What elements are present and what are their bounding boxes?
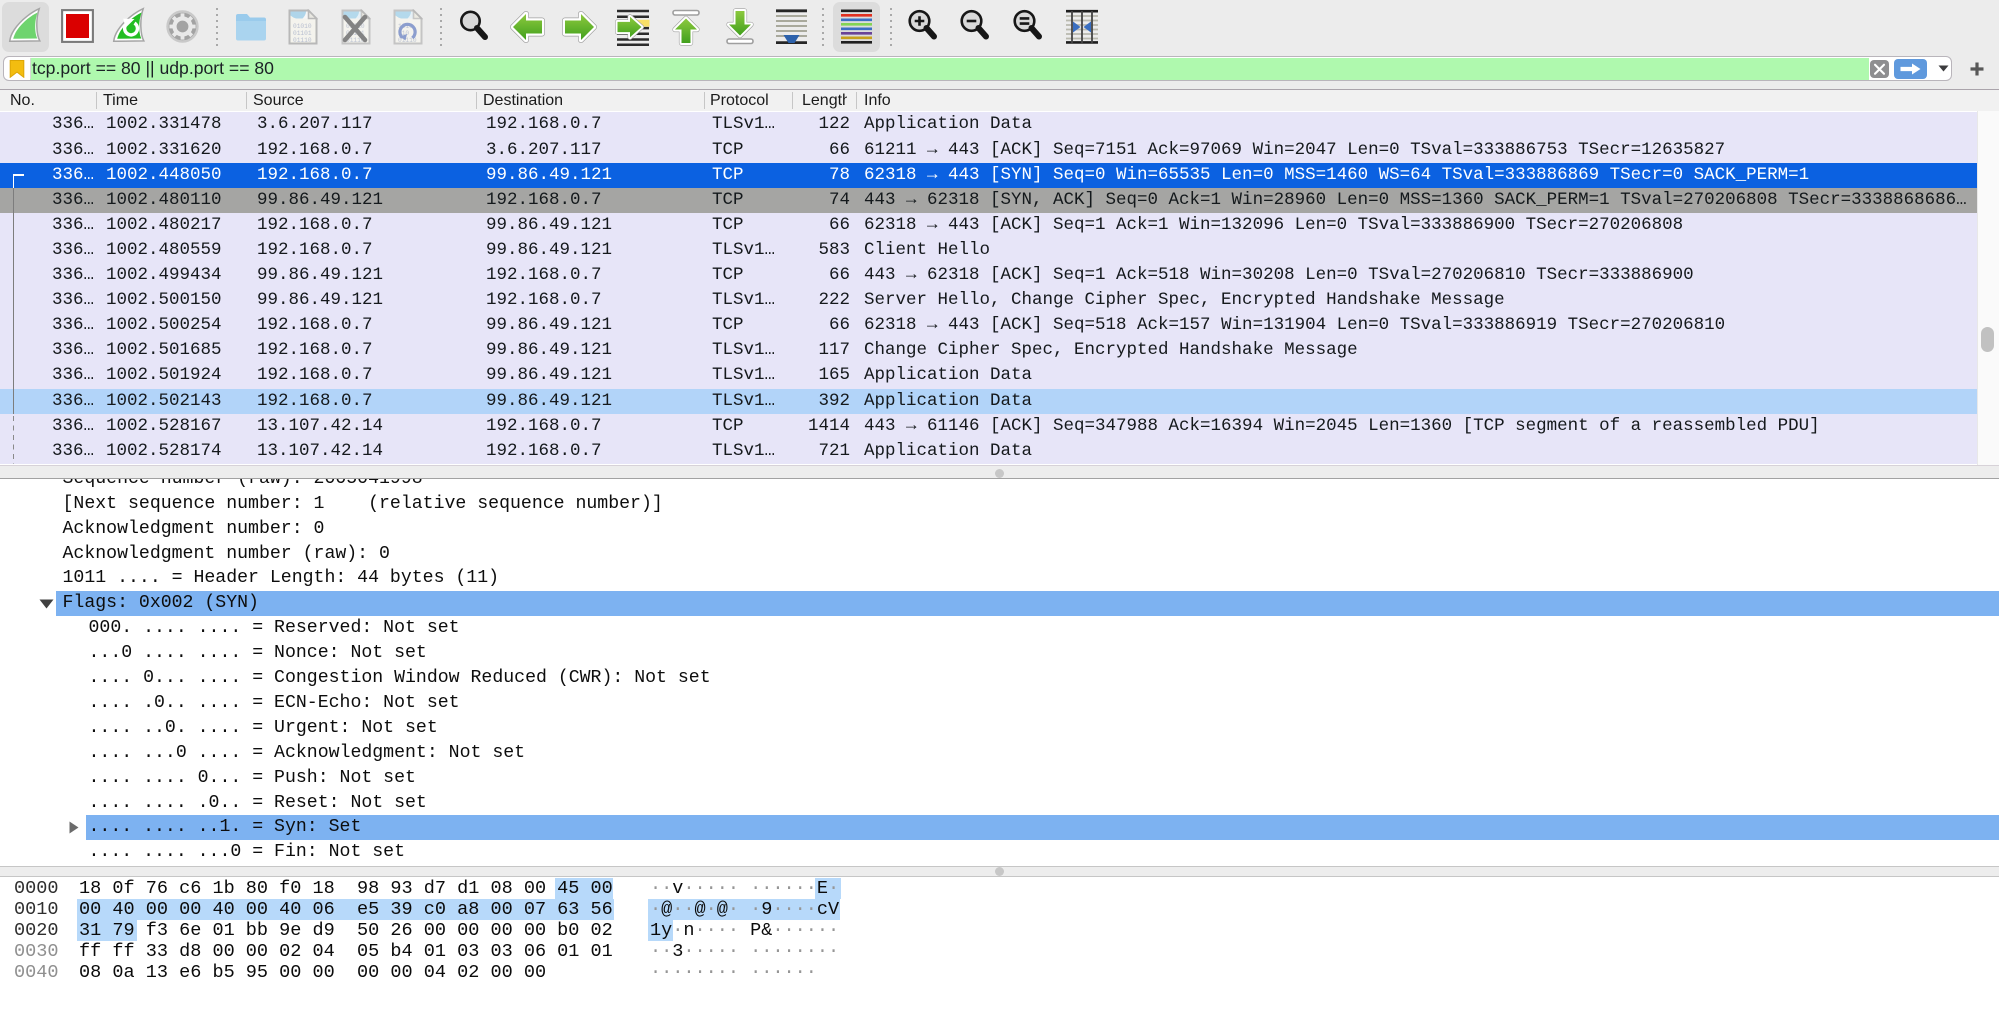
svg-text:01110: 01110 <box>293 37 312 44</box>
svg-text:01010: 01010 <box>293 23 312 30</box>
svg-text:01101: 01101 <box>293 30 312 37</box>
